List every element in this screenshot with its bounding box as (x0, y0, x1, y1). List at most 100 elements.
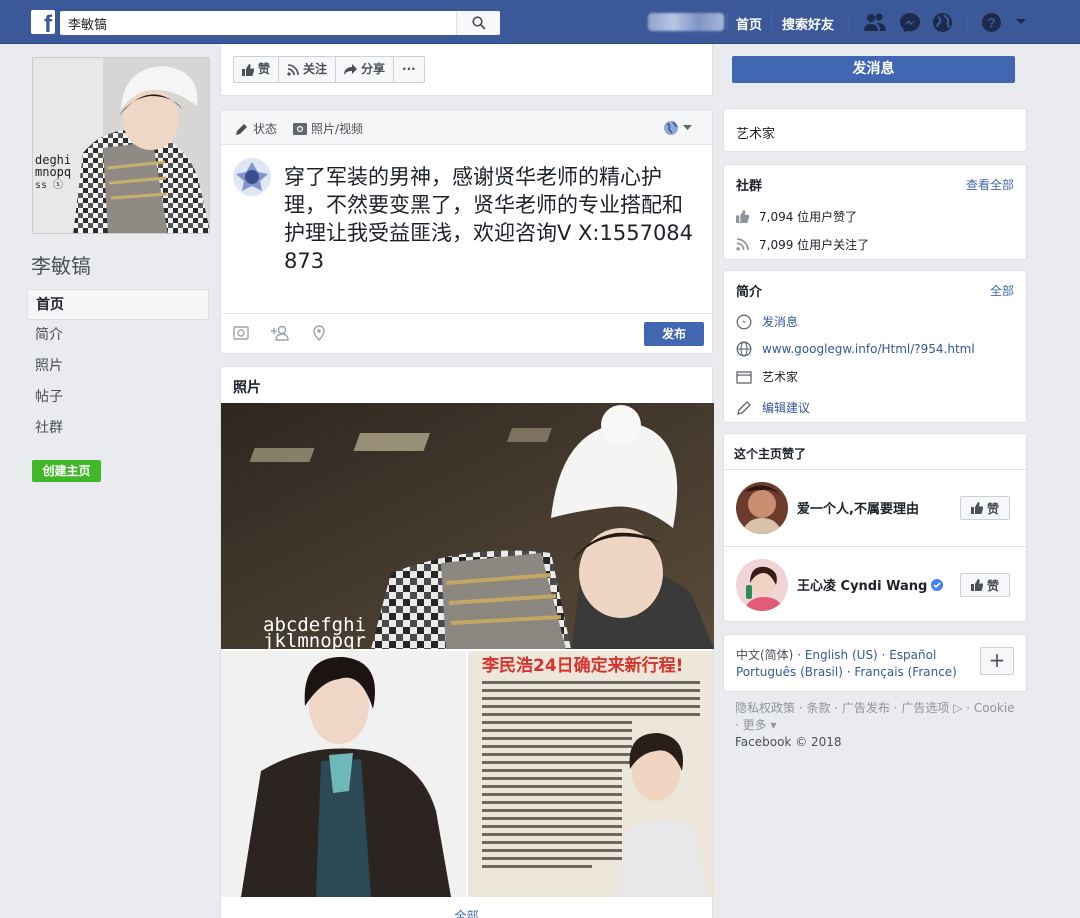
nav-divider (727, 13, 728, 31)
thumbs-up-icon (736, 210, 749, 223)
about-suggest-edit-row[interactable]: 编辑建议 (736, 399, 810, 416)
like-button-label: 赞 (986, 578, 999, 593)
top-bar: f 李敏镐 首页 搜索好友 ? (0, 0, 1080, 44)
about-card: 简介 全部 发消息 www.googlegw.info/Html/?954.ht… (723, 270, 1027, 423)
about-title: 简介 (736, 285, 763, 300)
audience-selector[interactable] (663, 120, 692, 136)
profile-picture[interactable]: deghi mnopq ss ⓢ (32, 57, 210, 234)
photo-small-left-image (221, 651, 466, 897)
left-nav-home[interactable]: 首页 (27, 289, 209, 320)
nav-divider (849, 13, 850, 31)
follow-label: 关注 (303, 62, 328, 76)
composer-avatar (233, 158, 271, 196)
liked-page-avatar[interactable] (736, 482, 788, 534)
nav-divider (771, 13, 772, 31)
liked-page-name-text: 王心凌 Cyndi Wang (797, 579, 928, 594)
photo-attach-icon[interactable] (233, 325, 249, 341)
svg-text:?: ? (987, 15, 996, 31)
publish-button[interactable]: 发布 (644, 322, 704, 346)
share-page-button[interactable]: 分享 (335, 56, 395, 83)
liked-page-item: 爱一个人,不属要理由 赞 (724, 470, 1026, 546)
like-page-button[interactable]: 赞 (233, 56, 280, 83)
send-message-button[interactable]: 发消息 (732, 56, 1015, 83)
category-icon (736, 370, 752, 384)
photos-title: 照片 (233, 380, 261, 396)
photo-large-image: abcdefghi jklmnopqr (221, 403, 714, 649)
page-actions-bar: 赞 关注 分享 ··· (220, 44, 713, 96)
thumbs-up-icon (970, 579, 983, 591)
nav-find-friends-link[interactable]: 搜索好友 (782, 14, 834, 33)
tab-status-label: 状态 (253, 122, 278, 136)
rss-follow-icon (287, 63, 299, 76)
photos-see-all-link[interactable]: 全部 (221, 907, 712, 918)
search-icon (472, 16, 486, 30)
search-box[interactable]: 李敏镐 (60, 11, 500, 35)
tag-people-icon[interactable] (271, 325, 289, 341)
community-title: 社群 (736, 179, 763, 194)
search-button[interactable] (456, 11, 500, 35)
globe-icon (736, 341, 752, 357)
clipping-headline: 李民浩24日确定来新行程! (482, 655, 683, 676)
photo-small-right-image: 李民浩24日确定来新行程! (468, 651, 714, 897)
facebook-logo-icon[interactable]: f (31, 10, 55, 37)
language-option[interactable]: English (US) (805, 648, 878, 662)
camera-icon (293, 123, 307, 135)
add-language-button[interactable]: + (980, 647, 1014, 675)
pencil-icon (236, 123, 247, 135)
community-likes-row: 7,094 位用户赞了 (736, 208, 857, 225)
language-option[interactable]: Français (France) (854, 665, 957, 679)
composer-footer: 发布 (221, 313, 712, 353)
about-message-row[interactable]: 发消息 (736, 313, 798, 330)
about-message-link[interactable]: 发消息 (762, 313, 798, 330)
location-pin-icon[interactable] (313, 325, 325, 341)
more-options-button[interactable]: ··· (393, 56, 425, 83)
composer-text[interactable]: 穿了军装的男神，感谢贤华老师的精心护理，不然要变黑了，贤华老师的专业搭配和护理让… (284, 163, 694, 275)
photo-large[interactable]: abcdefghi jklmnopqr (221, 403, 714, 649)
community-card: 社群 查看全部 7,094 位用户赞了 7,099 位用户关注了 (723, 164, 1027, 260)
user-profile-link[interactable] (648, 13, 724, 31)
community-see-all-link[interactable]: 查看全部 (966, 176, 1014, 193)
search-input[interactable]: 李敏镐 (68, 14, 107, 33)
messenger-icon[interactable] (899, 12, 921, 33)
page-title: 李敏镐 (31, 254, 91, 278)
nav-home-link[interactable]: 首页 (736, 14, 762, 33)
category-card: 艺术家 (723, 108, 1027, 152)
account-menu-icon[interactable] (1015, 18, 1027, 26)
about-suggest-edit-link[interactable]: 编辑建议 (762, 399, 810, 416)
about-all-link[interactable]: 全部 (990, 282, 1014, 299)
messenger-icon (736, 314, 752, 329)
about-website-link[interactable]: www.googlegw.info/Html/?954.html (762, 342, 975, 356)
left-nav-about[interactable]: 简介 (27, 320, 209, 351)
photo-small-right[interactable]: 李民浩24日确定来新行程! (468, 651, 714, 897)
left-nav-posts[interactable]: 帖子 (27, 382, 209, 413)
rss-follow-icon (736, 238, 749, 251)
liked-page-like-button[interactable]: 赞 (960, 496, 1010, 520)
nav-divider (966, 13, 967, 31)
liked-page-avatar[interactable] (736, 559, 788, 611)
tab-status[interactable]: 状态 (235, 120, 277, 137)
language-option[interactable]: Português (Brasil) (736, 665, 843, 679)
photos-section: 照片 abcdefghi jklmnopqr 李民浩24日确定来新行程! 全部 (220, 366, 714, 918)
left-nav-photos[interactable]: 照片 (27, 351, 209, 382)
tab-photo-video[interactable]: 照片/视频 (293, 120, 363, 137)
photo-small-left[interactable] (221, 651, 466, 897)
footer-links[interactable]: 隐私权政策 · 条款 · 广告发布 · 广告选项 ▷ · Cookie · 更多… (735, 700, 1015, 734)
language-card: 中文(简体) · English (US) · Español Portuguê… (723, 634, 1027, 692)
help-icon[interactable]: ? (981, 12, 1002, 33)
liked-page-name[interactable]: 王心凌 Cyndi Wang (797, 575, 944, 594)
svg-text:mnopq: mnopq (35, 165, 71, 179)
notifications-globe-icon[interactable] (932, 12, 953, 33)
language-option[interactable]: Español (889, 648, 936, 662)
friends-icon[interactable] (863, 12, 887, 32)
more-icon: ··· (402, 62, 416, 76)
about-category: 艺术家 (762, 370, 799, 384)
post-composer: 状态 照片/视频 穿了军装的男神，感谢贤华老师的精心护理，不然要变黑了，贤华老师… (220, 109, 713, 354)
about-website-row[interactable]: www.googlegw.info/Html/?954.html (736, 341, 975, 357)
left-nav-community[interactable]: 社群 (27, 413, 209, 444)
liked-page-name[interactable]: 爱一个人,不属要理由 (797, 498, 919, 517)
follow-page-button[interactable]: 关注 (278, 56, 337, 83)
language-current: 中文(简体) (736, 648, 794, 662)
community-follows-row: 7,099 位用户关注了 (736, 236, 869, 253)
create-page-button[interactable]: 创建主页 (32, 460, 101, 482)
liked-page-like-button[interactable]: 赞 (960, 573, 1010, 597)
